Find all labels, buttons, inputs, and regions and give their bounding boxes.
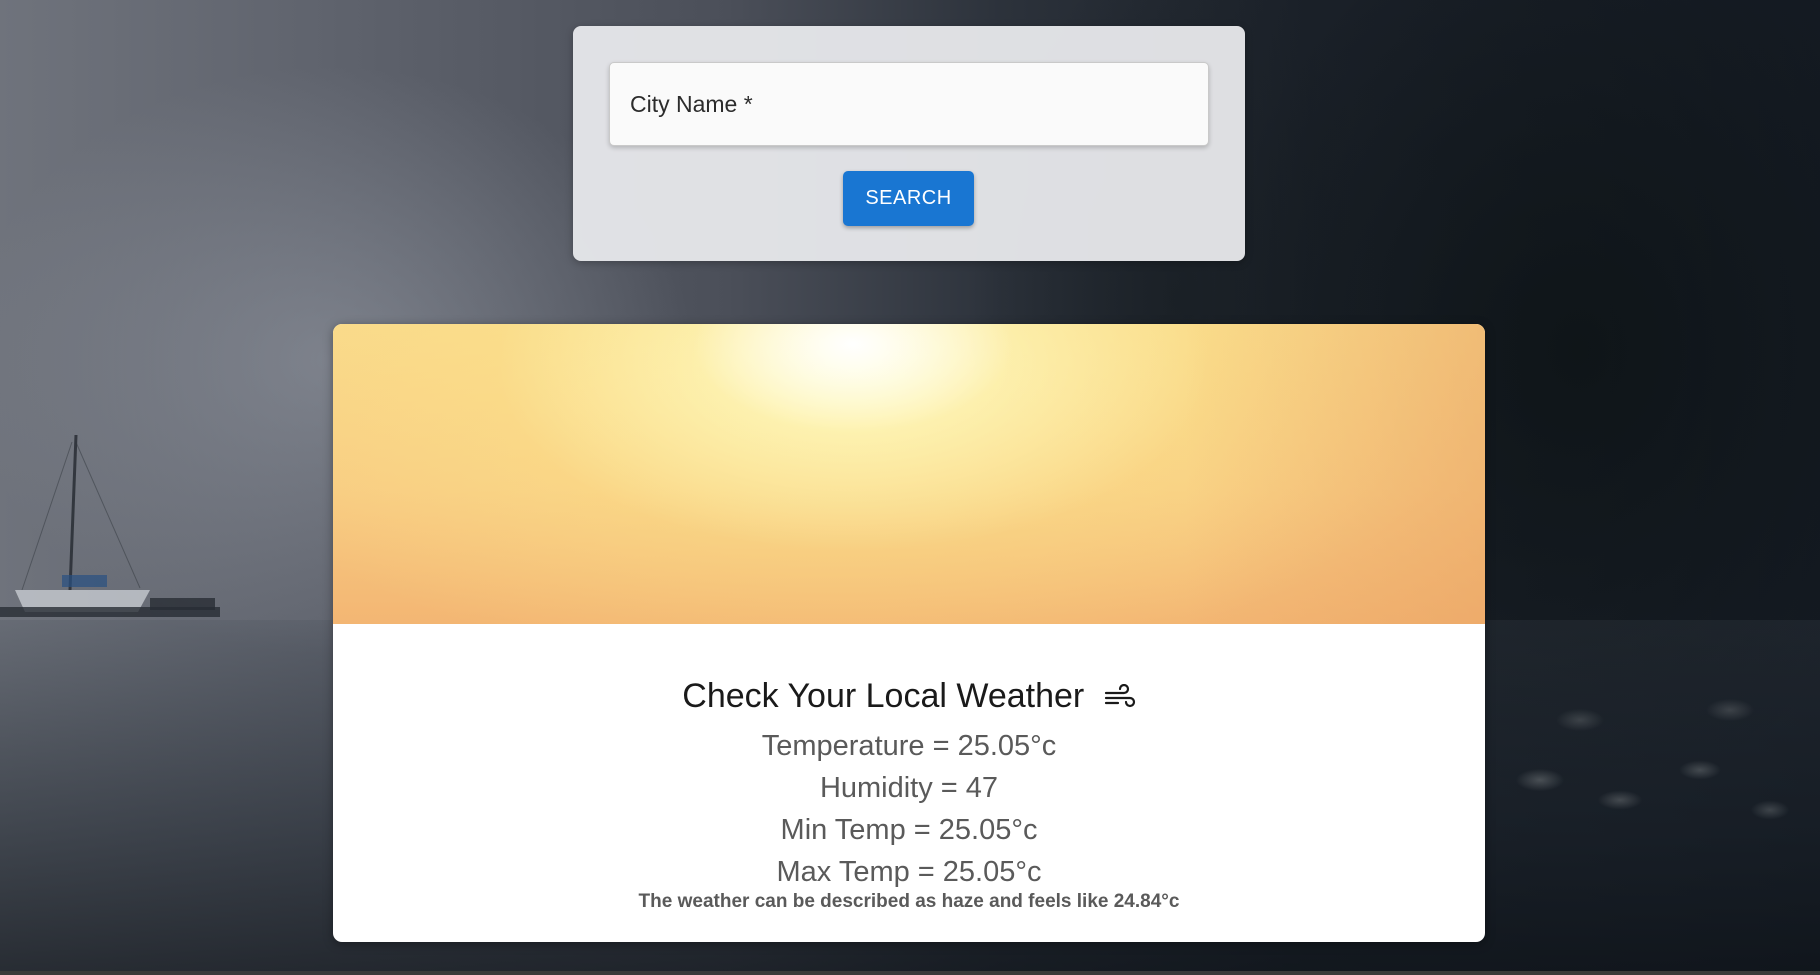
- humidity-value: Humidity = 47: [819, 772, 999, 804]
- wind-icon: [1104, 684, 1135, 708]
- bottom-edge: [0, 971, 1820, 975]
- city-name-input[interactable]: [609, 62, 1209, 146]
- temperature-value: Temperature = 25.05°c: [761, 730, 1057, 762]
- search-button[interactable]: SEARCH: [843, 171, 974, 226]
- shore-rocks: [1480, 680, 1820, 840]
- sailboat-silhouette: [0, 434, 220, 617]
- weather-card-title: Check Your Local Weather: [333, 674, 1485, 718]
- search-card: SEARCH: [573, 26, 1245, 261]
- min-temp-value: Min Temp = 25.05°c: [780, 814, 1038, 846]
- max-temp-value: Max Temp = 25.05°c: [776, 856, 1042, 888]
- weather-description: The weather can be described as haze and…: [638, 891, 1180, 912]
- page-background: SEARCH Check Your Local Weather Temperat…: [0, 0, 1820, 975]
- weather-card: Check Your Local Weather Temperature = 2…: [333, 324, 1485, 942]
- weather-title-text: Check Your Local Weather: [682, 677, 1085, 715]
- haze-sky-image: [333, 324, 1485, 624]
